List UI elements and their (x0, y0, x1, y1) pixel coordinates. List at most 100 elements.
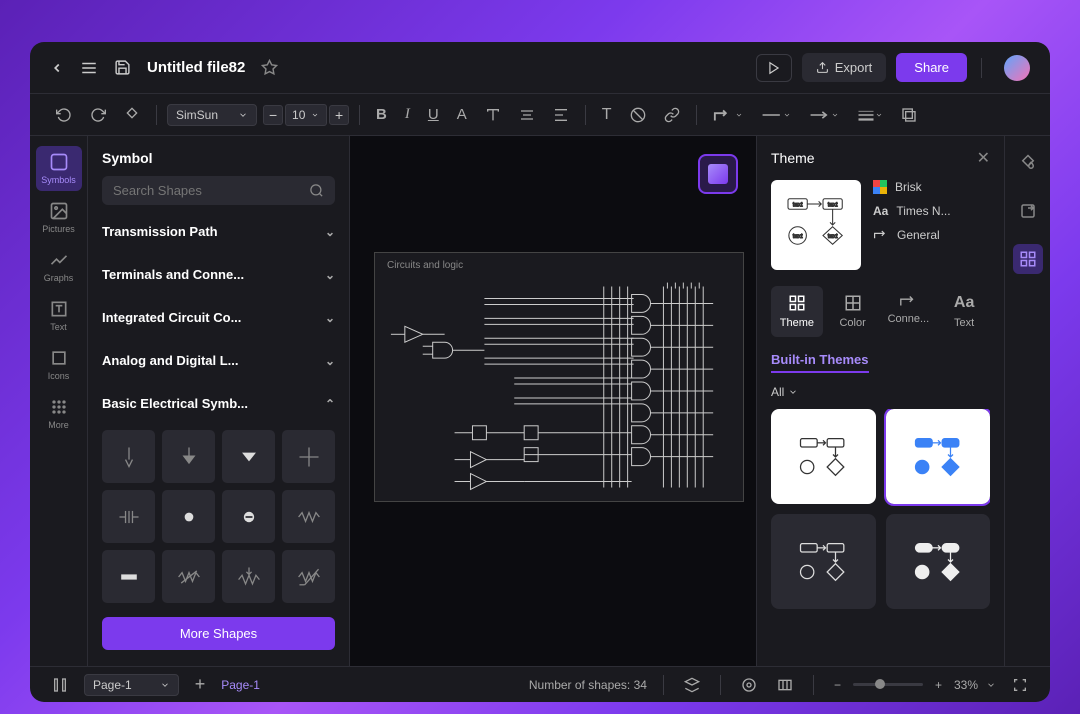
italic-icon[interactable]: I (399, 102, 416, 127)
layers-icon[interactable] (895, 103, 923, 127)
align-icon[interactable] (513, 103, 541, 127)
play-button[interactable] (756, 54, 792, 82)
category-transmission-path[interactable]: Transmission Path ⌄ (102, 215, 335, 248)
tab-theme[interactable]: Theme (771, 286, 823, 337)
shapes-count: Number of shapes: 34 (529, 678, 647, 692)
undo-icon[interactable] (50, 103, 78, 127)
symbol-potentiometer[interactable] (222, 550, 275, 603)
category-integrated-circuit[interactable]: Integrated Circuit Co... ⌄ (102, 301, 335, 334)
symbol-resistor[interactable] (282, 490, 335, 543)
theme-font: Times N... (896, 204, 950, 218)
text-tool-icon[interactable]: T (596, 102, 618, 128)
theme-card-4[interactable] (886, 514, 991, 609)
focus-icon[interactable] (737, 675, 761, 695)
line-start-icon[interactable] (755, 103, 797, 127)
line-weight-icon[interactable] (851, 103, 889, 127)
close-icon[interactable]: ✕ (977, 148, 990, 168)
page-tab-1[interactable]: Page-1 (221, 678, 260, 692)
vertical-align-icon[interactable] (547, 103, 575, 127)
symbol-thermistor[interactable] (282, 550, 335, 603)
page-selector[interactable]: Page-1 (84, 674, 179, 696)
share-button[interactable]: Share (896, 53, 967, 82)
zoom-in-button[interactable]: + (931, 676, 946, 694)
symbol-ground[interactable] (102, 430, 155, 483)
chevron-down-icon: ⌄ (325, 354, 335, 368)
category-basic-electrical[interactable]: Basic Electrical Symb... ⌃ (102, 387, 335, 420)
rail-graphs[interactable]: Graphs (36, 244, 82, 289)
symbol-fuse[interactable] (102, 550, 155, 603)
symbol-chassis-ground[interactable] (162, 430, 215, 483)
theme-name: Brisk (895, 180, 922, 194)
category-analog-digital[interactable]: Analog and Digital L... ⌄ (102, 344, 335, 377)
grid-icon (49, 397, 69, 417)
block-icon[interactable] (624, 103, 652, 127)
redo-icon[interactable] (84, 103, 112, 127)
file-save-icon[interactable] (114, 59, 131, 76)
text-case-icon[interactable] (479, 103, 507, 127)
tab-color[interactable]: Color (827, 286, 879, 337)
tab-connector[interactable]: Conne... (883, 286, 935, 337)
theme-tool-icon[interactable] (1013, 244, 1043, 274)
palette-icon (844, 294, 862, 312)
font-color-icon[interactable]: A (451, 102, 473, 127)
rail-pictures[interactable]: Pictures (36, 195, 82, 240)
app-window: Untitled file82 Export Share SimSun (30, 42, 1050, 702)
symbol-node-minus[interactable] (222, 490, 275, 543)
category-terminals[interactable]: Terminals and Conne... ⌄ (102, 258, 335, 291)
map-icon[interactable] (773, 675, 797, 695)
favorite-star-icon[interactable] (261, 59, 278, 76)
export-tool-icon[interactable] (1013, 196, 1043, 226)
symbol-variable-resistor[interactable] (162, 550, 215, 603)
connector-style-icon[interactable] (707, 103, 749, 127)
export-button[interactable]: Export (802, 53, 887, 82)
underline-icon[interactable]: U (422, 102, 445, 127)
back-button[interactable] (50, 61, 64, 75)
more-shapes-button[interactable]: More Shapes (102, 617, 335, 650)
avatar[interactable] (1004, 55, 1030, 81)
theme-card-1[interactable] (771, 409, 876, 504)
chevron-down-icon[interactable] (986, 680, 996, 690)
ai-assistant-button[interactable] (698, 154, 738, 194)
font-family-select[interactable]: SimSun (167, 104, 257, 126)
theme-card-2[interactable] (886, 409, 991, 504)
symbol-node-filled[interactable] (162, 490, 215, 543)
rail-symbols[interactable]: Symbols (36, 146, 82, 191)
search-shapes-input[interactable] (102, 176, 335, 205)
rail-more[interactable]: More (36, 391, 82, 436)
zoom-level: 33% (954, 678, 978, 692)
symbol-capacitor[interactable] (102, 490, 155, 543)
font-size-increase[interactable]: + (329, 105, 349, 125)
line-end-icon[interactable] (803, 103, 845, 127)
fullscreen-icon[interactable] (1008, 675, 1032, 695)
font-size-input[interactable]: 10 (285, 104, 327, 126)
status-bar: Page-1 + Page-1 Number of shapes: 34 − +… (30, 666, 1050, 702)
format-painter-icon[interactable] (118, 103, 146, 127)
fill-tool-icon[interactable] (1013, 148, 1043, 178)
shapes-icon (49, 152, 69, 172)
add-page-button[interactable]: + (191, 672, 210, 697)
canvas[interactable]: Circuits and logic (350, 136, 756, 666)
document-title: Circuits and logic (375, 253, 743, 278)
zoom-slider[interactable] (853, 683, 923, 686)
layers-toggle-icon[interactable] (680, 675, 704, 695)
bold-icon[interactable]: B (370, 102, 393, 127)
zoom-out-button[interactable]: − (830, 676, 845, 694)
chevron-down-icon: ⌄ (325, 311, 335, 325)
rail-text[interactable]: Text (36, 293, 82, 338)
connector-icon (899, 294, 917, 308)
tab-text[interactable]: Aa Text (938, 286, 990, 337)
outline-icon[interactable] (48, 675, 72, 695)
hamburger-menu-icon[interactable] (80, 59, 98, 77)
symbol-triangle-down[interactable] (222, 430, 275, 483)
file-title[interactable]: Untitled file82 (147, 59, 245, 76)
text-icon (49, 299, 69, 319)
theme-card-3[interactable] (771, 514, 876, 609)
chevron-down-icon: ⌄ (325, 268, 335, 282)
search-field[interactable] (113, 183, 309, 198)
font-size-decrease[interactable]: − (263, 105, 283, 125)
symbol-junction[interactable] (282, 430, 335, 483)
theme-filter[interactable]: All (771, 385, 990, 399)
link-icon[interactable] (658, 103, 686, 127)
circuit-document[interactable]: Circuits and logic (374, 252, 744, 502)
rail-icons[interactable]: Icons (36, 342, 82, 387)
